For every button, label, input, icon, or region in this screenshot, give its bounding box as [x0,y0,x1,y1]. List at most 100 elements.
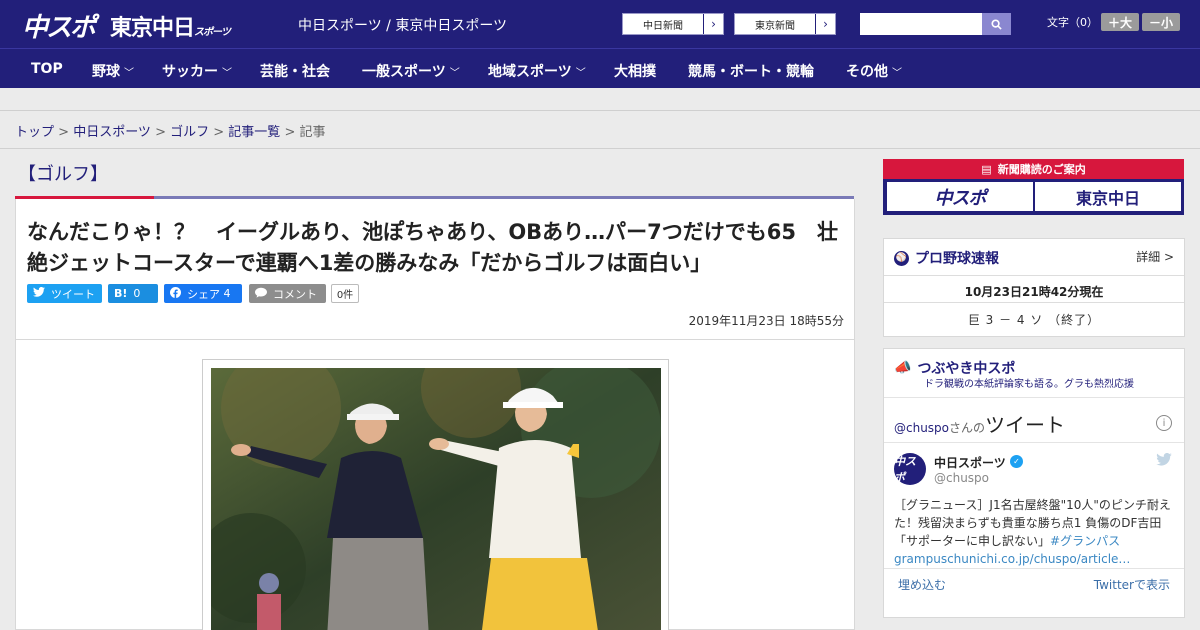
baseball-widget-title: ⚾ プロ野球速報 [894,248,999,268]
divider [884,397,1184,398]
breadcrumb-link-top[interactable]: トップ [15,125,54,140]
avatar[interactable]: 中スポ [894,453,926,485]
breadcrumb-link-article-list[interactable]: 記事一覧 [228,125,280,140]
nav-label: 競馬・ボート・競輪 [688,64,814,80]
subscribe-chuspo-logo[interactable]: 中スポ [887,182,1033,211]
megaphone-icon: 📣 [894,360,912,376]
subscribe-tokyo-logo[interactable]: 東京中日 [1035,182,1181,211]
subscribe-heading: ▤ 新聞購読のご案内 [883,159,1184,179]
chevron-right-icon: › [815,14,835,34]
breadcrumb-sep: > [280,125,300,140]
embed-link[interactable]: 埋め込む [898,576,946,593]
nav-item-other[interactable]: その他 ﹀ [846,61,902,81]
divider [884,275,1184,276]
golf-photo-illustration [211,368,661,630]
article: なんだこりゃ！？ イーグルあり、池ぽちゃあり、OBあり…パー7つだけでも65 壮… [15,199,855,630]
search-button[interactable] [982,13,1011,35]
chevron-down-icon: ﹀ [222,68,232,79]
tweet-link[interactable]: grampuschunichi.co.jp/chuspo/article… [894,552,1130,566]
nav-label: サッカー [162,64,218,80]
tweets-handle-suffix: さんの [949,421,986,435]
breadcrumb-current: 記事 [299,125,326,140]
nav-item-baseball[interactable]: 野球 ﹀ [92,61,134,81]
speech-bubble-icon [255,287,267,301]
breadcrumb-sep: > [54,125,74,140]
subscribe-banner[interactable]: ▤ 新聞購読のご案内 中スポ 東京中日 [883,159,1184,215]
baseball-scores-widget: ⚾ プロ野球速報 詳細 > 10月23日21時42分現在 巨 3 － 4 ソ （… [883,238,1185,337]
tweet-user-name[interactable]: 中日スポーツ [934,454,1006,471]
nav-label: 芸能・社会 [260,64,330,80]
hatena-icon: B! [114,287,128,300]
baseball-icon: ⚾ [894,250,909,266]
tweet-hashtag[interactable]: #グランパス [1050,534,1120,548]
chevron-down-icon: ﹀ [449,68,460,79]
font-smaller-button[interactable]: －小 [1142,13,1180,31]
breadcrumb-link-chunichi-sports[interactable]: 中日スポーツ [73,125,151,140]
divider [884,568,1184,569]
divider [884,302,1184,303]
chevron-down-icon: ﹀ [575,68,586,79]
tweets-heading-text: ツイート [985,413,1066,437]
divider [884,442,1184,443]
tweet-button[interactable]: ツイート [27,284,102,303]
nav-label: 地域スポーツ [488,64,572,80]
search-input[interactable] [860,13,982,35]
nav-item-sumo[interactable]: 大相撲 [614,61,656,81]
baseball-update-time: 10月23日21時42分現在 [964,285,1104,299]
nav-item-entertainment[interactable]: 芸能・社会 [260,61,330,81]
nav-item-general-sports[interactable]: 一般スポーツ ﹀ [362,61,460,81]
site-names: 中日スポーツ / 東京中日スポーツ [298,18,508,34]
twitter-icon [33,286,45,300]
tweets-widget: 📣 つぶやき中スポ ドラ観戦の本紙評論家も語る。グラも熱烈応援 @chuspoさ… [883,348,1185,618]
breadcrumb-sep: > [150,125,171,140]
tweets-subtitle: ドラ観戦の本紙評論家も語る。グラも熱烈応援 [924,379,1134,390]
nav-item-soccer[interactable]: サッカー ﹀ [162,61,232,81]
tweets-handle-link[interactable]: @chuspo [894,421,949,435]
nav-item-local-sports[interactable]: 地域スポーツ ﹀ [488,61,586,81]
tweet-body: ［グラニュース］J1名古屋終盤"10人"のピンチ耐えた！残留決まらずも貴重な勝ち… [894,498,1171,548]
nav-label: 野球 [92,64,120,80]
tokyo-logo-small: スポーツ [194,27,231,38]
baseball-score[interactable]: 巨 3 － 4 ソ （終了） [884,311,1184,328]
tweets-heading: @chuspoさんのツイート [894,409,1065,438]
tweet-screen-name[interactable]: @chuspo [934,471,989,485]
tokyo-shimbun-link[interactable]: 東京新聞 › [734,13,836,35]
article-photo[interactable] [211,368,661,630]
hatena-count: 0 [133,287,141,300]
comment-count: 0件 [331,284,359,303]
nav-label: 一般スポーツ [362,64,446,80]
view-on-twitter-link[interactable]: Twitterで表示 [1094,576,1170,593]
tweet-label: ツイート [51,287,95,301]
article-date: 2019年11月23日 18時55分 [688,314,844,328]
chevron-down-icon: ﹀ [124,68,134,79]
facebook-count: 4 [223,287,231,300]
facebook-label: シェア [187,287,220,301]
nav-label: TOP [31,61,63,77]
tokyo-chunichi-logo[interactable]: 東京中日スポーツ [110,10,231,42]
font-larger-button[interactable]: ＋大 [1101,13,1139,31]
main-nav: TOP 野球 ﹀ サッカー ﹀ 芸能・社会 一般スポーツ ﹀ 地域スポーツ ﹀ 大相撲 … [0,48,1200,88]
hatena-bookmark-button[interactable]: B! 0 [108,284,158,303]
facebook-share-button[interactable]: シェア 4 [164,284,242,303]
chuspo-logo[interactable]: 中スポ [22,7,96,44]
tokyo-logo-text: 東京中日 [110,16,195,41]
search-icon [991,18,1002,30]
chunichi-shimbun-link[interactable]: 中日新聞 › [622,13,724,35]
comment-button[interactable]: コメント [249,284,326,303]
subscribe-heading-text: 新聞購読のご案内 [997,163,1086,176]
info-icon[interactable]: i [1156,415,1172,431]
baseball-detail-link[interactable]: 詳細 > [1136,248,1174,265]
breadcrumb-link-golf[interactable]: ゴルフ [170,125,209,140]
nav-item-racing[interactable]: 競馬・ボート・競輪 [688,61,814,81]
nav-item-top[interactable]: TOP [31,61,63,77]
facebook-icon [170,286,181,301]
breadcrumb-sep: > [209,125,229,140]
article-headline: なんだこりゃ！？ イーグルあり、池ぽちゃあり、OBあり…パー7つだけでも65 壮… [27,220,839,275]
ext-link-label: 中日新聞 [643,20,683,32]
breadcrumb: トップ > 中日スポーツ > ゴルフ > 記事一覧 > 記事 [15,121,326,140]
baseball-title-text: プロ野球速報 [915,251,999,267]
font-size-label: 文字（0） [1047,16,1098,29]
nav-label: 大相撲 [614,64,656,80]
nav-label: その他 [846,64,888,80]
twitter-bird-icon[interactable] [1156,452,1172,470]
